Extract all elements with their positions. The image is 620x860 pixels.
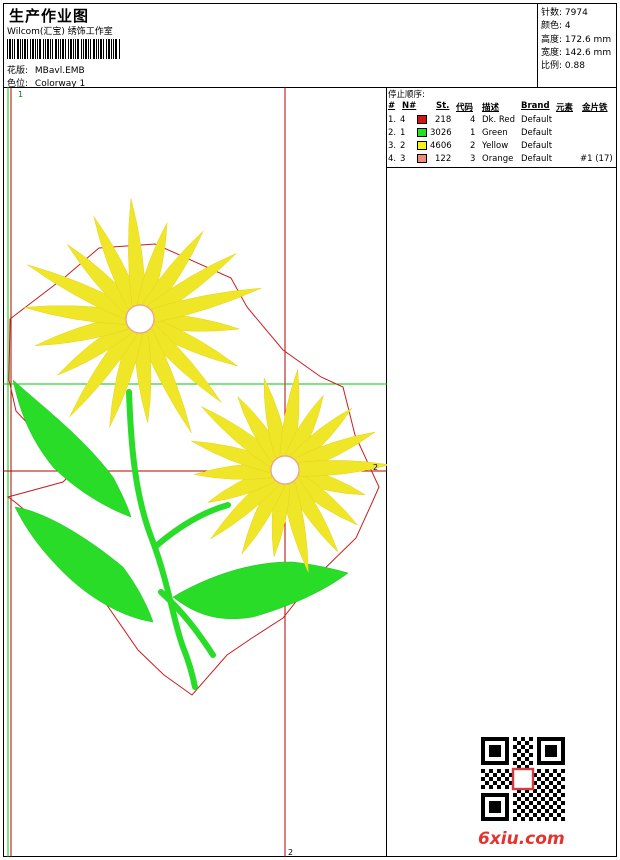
stem-branch [152,502,231,550]
barcode-icon [7,39,120,59]
design-file-value: MBavl.EMB [34,66,85,76]
col-header-element: 元素 [556,103,574,113]
stat-height: 高度: 172.6 mm [541,35,612,45]
col-header-index: # [388,101,396,111]
stop-sequence-table: 停止顺序: # N# St. 代码 描述 Brand 元素 金片铁 1. 4 2… [386,87,617,168]
guide-marker-top: 1 [18,90,23,99]
embroidery-preview: 1 2 2 [3,87,387,857]
stems [126,389,231,690]
design-canvas: 1 2 2 [3,87,387,857]
color-swatch [417,154,427,163]
studio-name: Wilcom(汇宝) 绣饰工作室 [7,27,113,37]
stats-panel: 针数: 7974 颜色: 4 高度: 172.6 mm 宽度: 142.6 mm… [537,3,617,88]
table-row: 1. 4 218 4 Dk. Red Default [388,115,553,125]
sheet-title: 生产作业图 [9,7,90,25]
design-file-line: 花版: MBavl.EMB [7,63,85,76]
table-row: 3. 2 4606 2 Yellow Default [388,141,553,151]
table-row: 4. 3 122 3 Orange Default #1 (17) [388,154,613,164]
col-header-brand: Brand [521,101,550,111]
table-row: 2. 1 3026 1 Green Default [388,128,553,138]
col-header-code: 代码 [456,103,474,113]
stop-sequence-title: 停止顺序: [388,90,425,100]
site-watermark: 6xiu.com [478,829,565,849]
stat-scale: 比例: 0.88 [541,61,585,71]
col-header-needle: N# [402,101,417,111]
leaf-lower-left [14,506,154,623]
color-swatch [417,128,427,137]
col-header-sequins: 金片铁 [582,103,608,113]
col-header-stitches: St. [436,101,450,111]
flower-upper [23,198,262,434]
sheet-header: 生产作业图 Wilcom(汇宝) 绣饰工作室 花版: MBavl.EMB 色位:… [3,3,617,89]
qr-code-icon [481,737,565,821]
color-swatch [417,115,427,124]
flower-lower [191,369,387,573]
stat-stitches: 针数: 7974 [541,8,588,18]
col-header-description: 描述 [482,103,500,113]
stat-colors: 颜色: 4 [541,21,571,31]
color-swatch [417,141,427,150]
leaf-right [172,561,349,620]
guide-marker-right: 2 [373,463,378,472]
stat-width: 宽度: 142.6 mm [541,48,612,58]
guide-marker-bottom: 2 [288,848,293,857]
design-file-label: 花版: [7,66,29,76]
